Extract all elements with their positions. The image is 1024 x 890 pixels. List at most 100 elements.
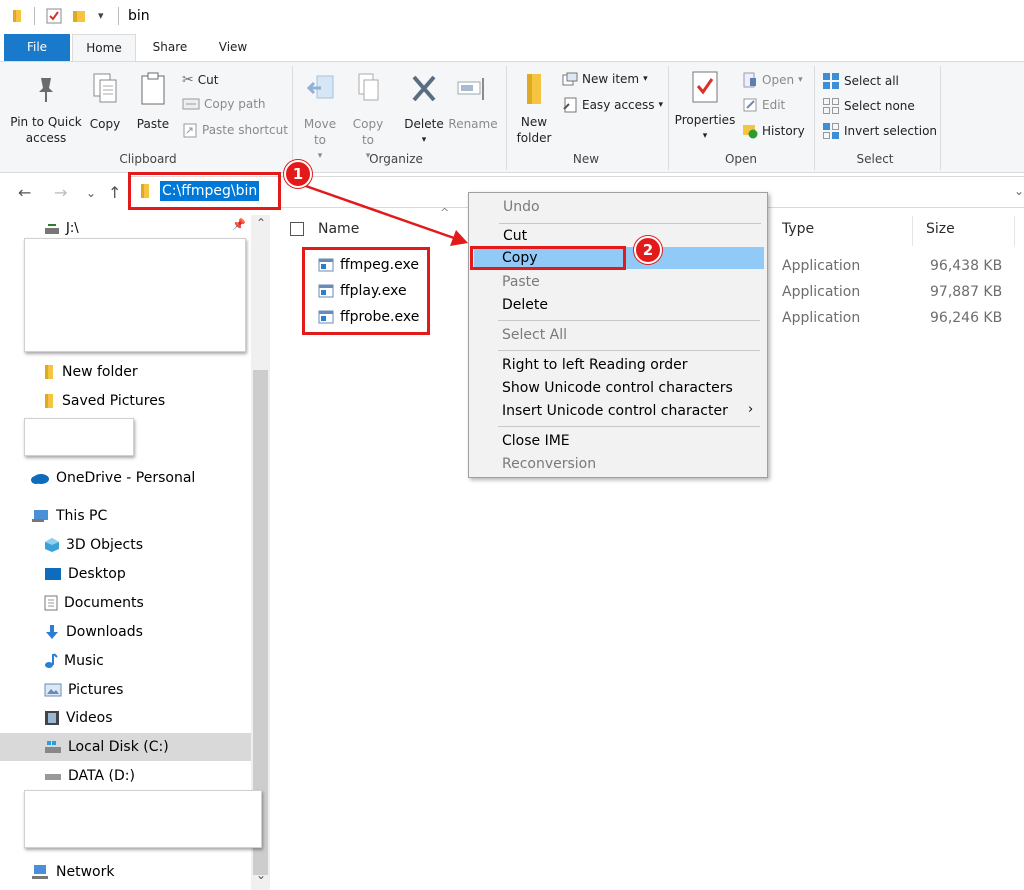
new-folder-icon[interactable]	[72, 9, 86, 23]
annotation-box-copy	[470, 246, 626, 270]
tab-file[interactable]: File	[4, 34, 70, 61]
menu-item-delete[interactable]: Delete	[502, 297, 548, 313]
windows-drive-icon	[45, 741, 61, 753]
tab-share[interactable]: Share	[140, 34, 200, 61]
edit-label: Edit	[762, 98, 786, 112]
recent-locations-chevron-icon[interactable]: ⌄	[86, 186, 96, 200]
new-folder-label: New folder	[516, 115, 552, 145]
menu-item-rtl-reading-order[interactable]: Right to left Reading order	[502, 357, 688, 373]
column-header-type[interactable]: Type	[782, 221, 814, 237]
copy-path-icon	[182, 98, 200, 110]
move-to-button[interactable]: Move to ▾	[298, 72, 342, 164]
copy-button[interactable]: Copy	[86, 72, 124, 132]
paste-shortcut-button[interactable]: Paste shortcut	[182, 122, 288, 138]
file-type: Application	[782, 310, 861, 326]
desktop-icon	[45, 568, 61, 580]
nav-label: Network	[56, 864, 115, 880]
column-header-size[interactable]: Size	[926, 221, 955, 237]
network-icon	[32, 865, 48, 879]
menu-item-close-ime[interactable]: Close IME	[502, 433, 570, 449]
new-item-label: New item	[582, 72, 640, 86]
open-button[interactable]: Open ▾	[742, 72, 803, 88]
select-none-button[interactable]: Select none	[822, 97, 915, 115]
column-divider[interactable]	[912, 216, 913, 246]
nav-item-desktop[interactable]: Desktop	[44, 562, 126, 586]
scroll-down-chevron-icon[interactable]: ⌄	[256, 868, 266, 882]
open-icon	[743, 72, 756, 88]
nav-item-this-pc[interactable]: This PC	[30, 504, 107, 528]
properties-button[interactable]: Properties ▾	[672, 70, 738, 144]
new-item-icon	[562, 72, 578, 86]
nav-item-data-d[interactable]: DATA (D:)	[44, 764, 135, 788]
open-label: Open	[762, 73, 795, 87]
select-all-icon	[823, 73, 839, 89]
customize-toolbar-dropdown[interactable]: ▾	[98, 9, 104, 22]
edit-button[interactable]: Edit	[742, 97, 785, 113]
menu-separator	[498, 320, 760, 321]
new-folder-icon	[527, 74, 541, 104]
address-dropdown-chevron-icon[interactable]: ⌄	[1014, 184, 1024, 198]
menu-item-show-unicode[interactable]: Show Unicode control characters	[502, 380, 733, 396]
paste-icon	[141, 72, 165, 105]
invert-selection-label: Invert selection	[844, 124, 938, 138]
rename-button[interactable]: Rename	[448, 72, 498, 132]
nav-label: Music	[64, 653, 104, 669]
delete-label: Delete	[404, 117, 444, 131]
nav-item-pictures[interactable]: Pictures	[44, 678, 123, 702]
menu-item-paste[interactable]: Paste	[502, 274, 540, 290]
copy-to-button[interactable]: Copy to ▾	[346, 72, 390, 164]
select-all-button[interactable]: Select all	[822, 72, 899, 90]
menu-separator	[498, 350, 760, 351]
properties-check-icon[interactable]	[46, 8, 62, 24]
easy-access-button[interactable]: Easy access ▾	[562, 97, 663, 113]
column-divider[interactable]	[1014, 216, 1015, 246]
nav-item-local-disk-c[interactable]: Local Disk (C:)	[44, 735, 169, 759]
pin-icon[interactable]: 📌	[232, 218, 246, 231]
nav-item-new-folder[interactable]: New folder	[44, 360, 138, 384]
scroll-up-chevron-icon[interactable]: ⌃	[256, 216, 266, 230]
new-folder-button[interactable]: New folder	[512, 72, 556, 146]
back-arrow-icon[interactable]: ←	[18, 183, 31, 202]
ribbon-separator	[940, 66, 941, 170]
nav-item-saved-pictures[interactable]: Saved Pictures	[44, 389, 165, 413]
new-item-button[interactable]: New item ▾	[562, 72, 648, 86]
pin-to-quick-access-button[interactable]: Pin to Quick access	[6, 74, 86, 146]
delete-button[interactable]: Delete ▾	[402, 72, 446, 148]
menu-item-reconversion[interactable]: Reconversion	[502, 456, 596, 472]
menu-item-cut[interactable]: Cut	[503, 228, 527, 244]
nav-item-onedrive[interactable]: OneDrive - Personal	[30, 466, 195, 490]
nav-item-downloads[interactable]: Downloads	[44, 620, 143, 644]
file-size: 97,887 KB	[930, 284, 1003, 300]
step-badge-2: 2	[634, 236, 662, 264]
menu-separator	[499, 223, 761, 224]
cloud-icon	[31, 474, 49, 484]
tab-home[interactable]: Home	[72, 34, 136, 61]
tab-view[interactable]: View	[204, 34, 262, 61]
annotation-box-address	[128, 172, 281, 210]
nav-item-3d-objects[interactable]: 3D Objects	[44, 533, 143, 557]
scissors-icon: ✂	[182, 72, 194, 88]
menu-item-undo[interactable]: Undo	[503, 199, 540, 215]
menu-item-insert-unicode[interactable]: Insert Unicode control character	[502, 403, 728, 419]
easy-access-label: Easy access	[582, 98, 655, 112]
move-to-icon	[306, 75, 334, 99]
clipboard-group-label: Clipboard	[119, 152, 177, 166]
cut-button[interactable]: ✂ Cut	[182, 72, 218, 88]
up-arrow-icon[interactable]: ↑	[108, 183, 121, 202]
window-title: bin	[128, 8, 150, 24]
redacted-area	[24, 418, 134, 456]
nav-item-documents[interactable]: Documents	[44, 591, 144, 615]
history-button[interactable]: History	[742, 123, 805, 139]
nav-label: Saved Pictures	[62, 393, 166, 409]
network-drive-icon	[45, 224, 59, 234]
nav-item-network[interactable]: Network	[30, 860, 114, 884]
file-type: Application	[782, 258, 861, 274]
copy-path-button[interactable]: Copy path	[182, 97, 266, 111]
paste-button[interactable]: Paste	[132, 72, 174, 132]
invert-selection-button[interactable]: Invert selection	[822, 122, 937, 140]
forward-arrow-icon[interactable]: →	[54, 183, 67, 202]
nav-item-music[interactable]: Music	[44, 649, 104, 673]
download-arrow-icon	[46, 625, 58, 639]
menu-item-select-all[interactable]: Select All	[502, 327, 567, 343]
nav-item-videos[interactable]: Videos	[44, 706, 113, 730]
